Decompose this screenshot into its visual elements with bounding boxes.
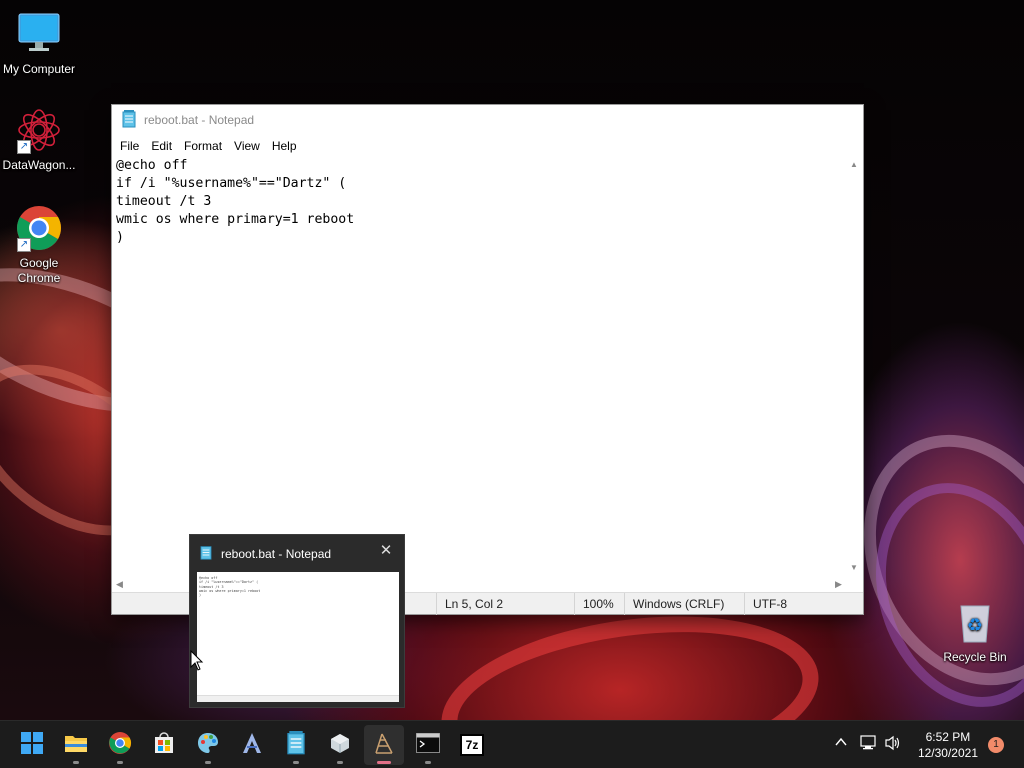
network-tool-icon [372, 731, 396, 760]
active-indicator [377, 761, 391, 764]
letter-a-icon [240, 731, 264, 760]
mouse-cursor-icon [190, 649, 204, 677]
desktop-icon-label: DataWagon... [2, 158, 76, 172]
monitor-icon [15, 10, 63, 58]
scroll-up-icon[interactable]: ▲ [850, 160, 858, 169]
menu-view[interactable]: View [228, 137, 266, 155]
taskbar-thumbnail-preview[interactable]: reboot.bat - Notepad ✕ @echo off if /i "… [189, 534, 405, 708]
box-icon [328, 731, 352, 760]
windows-logo-icon [21, 731, 43, 759]
text-editor[interactable]: @echo off if /i "%username%"=="Dartz" ( … [112, 156, 852, 576]
scroll-left-icon[interactable]: ◀ [116, 579, 123, 590]
scroll-right-icon[interactable]: ▶ [835, 579, 842, 590]
taskbar-app-a[interactable] [232, 725, 272, 765]
volume-icon[interactable] [884, 735, 902, 754]
close-icon[interactable]: ✕ [378, 543, 394, 559]
desktop-icon-recycle-bin[interactable]: ♻ Recycle Bin [936, 598, 1014, 665]
desktop-icon-my-computer[interactable]: My Computer [0, 10, 78, 77]
store-icon [152, 731, 176, 760]
desktop-icon-label: Recycle Bin [943, 650, 1007, 664]
notepad-icon [122, 109, 136, 131]
shortcut-arrow-icon: ↗ [17, 238, 31, 252]
notepad-icon [286, 730, 306, 760]
thumbnail-title: reboot.bat - Notepad [221, 547, 332, 561]
svg-text:♻: ♻ [967, 615, 983, 636]
system-tray: 6:52 PM 12/30/2021 1 [824, 721, 1024, 768]
vertical-scrollbar[interactable]: ▲ ▼ [846, 156, 863, 576]
shortcut-arrow-icon: ↗ [17, 140, 31, 154]
running-indicator [73, 761, 79, 764]
desktop-icon-google-chrome[interactable]: ↗ Google Chrome [0, 204, 78, 286]
taskbar-microsoft-store[interactable] [144, 725, 184, 765]
window-title: reboot.bat - Notepad [144, 113, 255, 127]
desktop-icon-datawagon[interactable]: ↗ DataWagon... [0, 106, 78, 173]
taskbar-app-box[interactable] [320, 725, 360, 765]
clock-date: 12/30/2021 [917, 746, 978, 760]
status-line-ending: Windows (CRLF) [624, 593, 744, 615]
folder-icon [64, 732, 88, 759]
network-icon[interactable] [860, 735, 878, 754]
thumbnail-status-bar [197, 695, 399, 702]
notepad-titlebar[interactable]: reboot.bat - Notepad [112, 105, 863, 135]
status-position: Ln 5, Col 2 [436, 593, 574, 615]
taskbar-7zip[interactable]: 7z [452, 725, 492, 765]
palette-icon [196, 731, 220, 760]
running-indicator [337, 761, 343, 764]
thumbnail-window-preview[interactable]: @echo off if /i "%username%"=="Dartz" ( … [197, 572, 399, 702]
taskbar-chrome[interactable] [100, 725, 140, 765]
desktop-icon-label: My Computer [2, 62, 76, 76]
menu-edit[interactable]: Edit [145, 137, 178, 155]
notification-badge[interactable]: 1 [988, 737, 1004, 753]
menu-help[interactable]: Help [266, 137, 303, 155]
scroll-down-icon[interactable]: ▼ [850, 563, 858, 572]
taskbar: 7z 6:52 PM 12/30/2021 1 [0, 720, 1024, 768]
thumbnail-titlebar: reboot.bat - Notepad [200, 545, 331, 563]
status-encoding: UTF-8 [744, 593, 854, 615]
start-button[interactable] [12, 725, 52, 765]
taskbar-file-explorer[interactable] [56, 725, 96, 765]
desktop-icon-label: Google Chrome [17, 256, 61, 285]
taskbar-terminal[interactable] [408, 725, 448, 765]
notepad-icon [200, 545, 212, 563]
menu-format[interactable]: Format [178, 137, 228, 155]
taskbar-paint[interactable] [188, 725, 228, 765]
menu-file[interactable]: File [114, 137, 145, 155]
clock-time: 6:52 PM [925, 730, 971, 744]
taskbar-active-app[interactable] [364, 725, 404, 765]
chevron-up-icon[interactable] [834, 735, 848, 752]
mandala-logo-icon: ↗ [15, 106, 63, 154]
7z-icon: 7z [460, 734, 484, 756]
running-indicator [293, 761, 299, 764]
terminal-icon [416, 732, 440, 758]
taskbar-notepad[interactable] [276, 725, 316, 765]
running-indicator [205, 761, 211, 764]
chrome-icon: ↗ [15, 204, 63, 252]
running-indicator [425, 761, 431, 764]
running-indicator [117, 761, 123, 764]
menu-bar: File Edit Format View Help [112, 135, 863, 156]
recycle-bin-icon: ♻ [951, 598, 999, 646]
clock[interactable]: 6:52 PM 12/30/2021 [918, 729, 978, 761]
thumbnail-text: @echo off if /i "%username%"=="Dartz" ( … [199, 576, 261, 598]
status-zoom: 100% [574, 593, 624, 615]
chrome-icon [108, 731, 132, 760]
